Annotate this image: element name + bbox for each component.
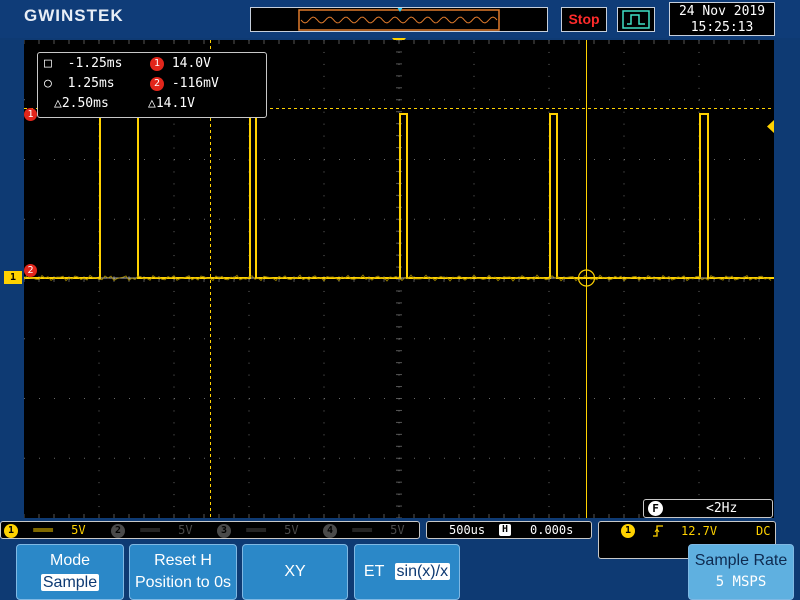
ch3-scale: 5V — [284, 523, 299, 537]
cursor-dv-value: △14.1V — [148, 96, 195, 111]
ch1-trace — [24, 113, 774, 279]
cursor-v2-value: -116mV — [171, 76, 219, 91]
cursor-t2-row: ○ 1.25ms — [44, 75, 138, 93]
ch3-status[interactable]: 3 ═══ 5V — [217, 522, 299, 538]
interpolation-softkey[interactable]: ET sin(x)/x — [354, 544, 460, 600]
xy-label: XY — [284, 563, 306, 580]
ch1-scale: 5V — [71, 523, 86, 537]
ch2-scale: 5V — [178, 523, 193, 537]
time-text: 15:25:13 — [690, 20, 754, 35]
mode-value: Sample — [40, 574, 100, 591]
ch3-coupling-icon: ═══ — [246, 523, 266, 537]
cursor-t1-row: □ -1.25ms — [44, 55, 138, 73]
cursor1-level-marker[interactable]: 1 — [24, 108, 37, 121]
sinx-label: sin(x)/x — [394, 563, 451, 580]
trigger-status-box[interactable] — [617, 7, 655, 32]
channel-status-bar[interactable]: 1 ═══ 5V 2 ═══ 5V 3 ═══ 5V 4 ═══ 5V — [0, 521, 420, 539]
reset-h-sublabel: Position to 0s — [134, 574, 232, 591]
sample-rate-value: 5 MSPS — [715, 574, 767, 590]
horizontal-position-value: 0.000s — [530, 523, 574, 537]
mode-label: Mode — [49, 552, 91, 569]
trigger-source-icon: 1 — [621, 524, 635, 538]
mode-softkey[interactable]: Mode Sample — [16, 544, 124, 600]
reset-h-label: Reset H — [154, 552, 212, 569]
timebase-scale: 500us — [449, 523, 486, 537]
ch4-status[interactable]: 4 ═══ 5V — [323, 522, 405, 538]
frequency-icon: F — [648, 501, 663, 516]
date-text: 24 Nov 2019 — [678, 4, 766, 19]
sample-rate-softkey[interactable]: Sample Rate 5 MSPS — [688, 544, 794, 600]
cursor-v1-row: 1 14.0V — [150, 55, 211, 73]
ch4-number-icon: 4 — [323, 523, 337, 538]
ch2-coupling-icon: ═══ — [140, 523, 160, 537]
ch2-status[interactable]: 2 ═══ 5V — [111, 522, 193, 538]
reset-h-position-softkey[interactable]: Reset H Position to 0s — [129, 544, 237, 600]
frequency-value: <2Hz — [706, 501, 738, 516]
cursor1-number-icon: 1 — [150, 56, 164, 71]
trigger-level: 12.7V — [681, 524, 718, 538]
trigger-pulse-icon — [622, 10, 650, 29]
brand-logo: GWINSTEK — [24, 6, 124, 25]
cursor-readout-panel: □ -1.25ms 1 14.0V ○ 1.25ms 2 -116mV △2.5… — [37, 52, 267, 118]
ch1-ground-marker[interactable]: 1 — [4, 271, 22, 284]
trigger-coupling: DC — [756, 524, 771, 538]
rising-edge-icon — [653, 525, 663, 537]
overview-wave-icon — [298, 8, 500, 31]
et-label: ET — [363, 563, 385, 580]
ch4-coupling-icon: ═══ — [352, 523, 372, 537]
cursor-v2-row: 2 -116mV — [150, 75, 219, 93]
ch3-number-icon: 3 — [217, 523, 231, 538]
dc-coupling-icon: ═══ — [33, 523, 53, 537]
ch4-scale: 5V — [390, 523, 405, 537]
date-time-display: 24 Nov 2019 15:25:13 — [669, 2, 775, 36]
ch1-number-icon: 1 — [4, 523, 18, 538]
cursor2-level-marker[interactable]: 2 — [24, 264, 37, 277]
xy-softkey[interactable]: XY — [242, 544, 348, 600]
circle-cursor-icon: ○ — [44, 76, 52, 91]
cursor2-number-icon: 2 — [150, 76, 164, 91]
cursor-v1-value: 14.0V — [171, 56, 211, 71]
frequency-counter: F <2Hz — [643, 499, 773, 518]
square-cursor-icon: □ — [44, 56, 52, 71]
ch2-number-icon: 2 — [111, 523, 125, 538]
sample-rate-label: Sample Rate — [694, 552, 788, 569]
cursor-t1-value: -1.25ms — [67, 56, 123, 71]
trigger-level-marker-icon[interactable] — [766, 120, 776, 134]
ch1-status[interactable]: 1 ═══ 5V — [4, 522, 86, 538]
timebase-status[interactable]: 500us H 0.000s — [426, 521, 592, 539]
cursor-t2-value: 1.25ms — [67, 76, 115, 91]
cursor-dt-value: △2.50ms — [54, 96, 109, 111]
run-stop-status[interactable]: Stop — [561, 7, 607, 32]
horizontal-position-icon: H — [499, 524, 511, 536]
waveform-overview — [250, 7, 548, 32]
